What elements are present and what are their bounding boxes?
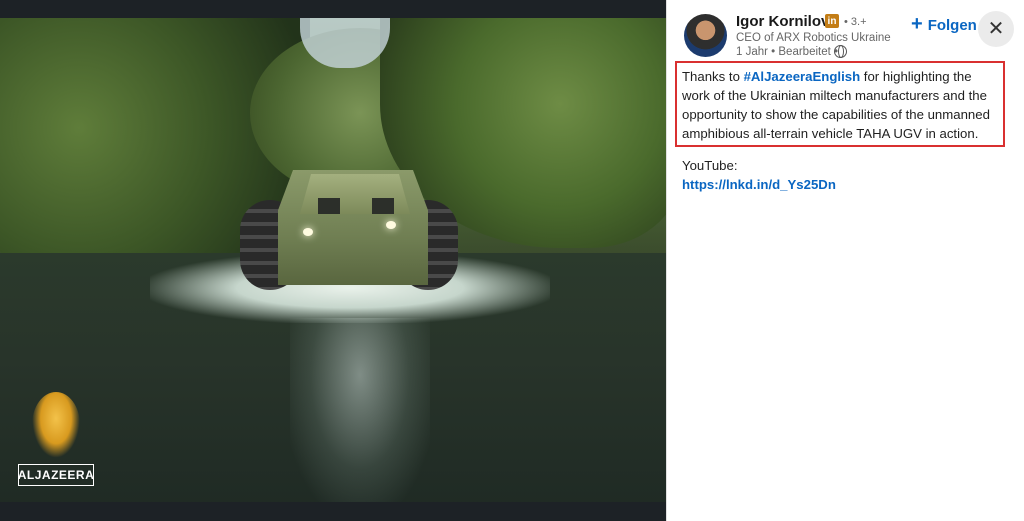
hashtag-link[interactable]: #AlJazeeraEnglish bbox=[744, 69, 861, 84]
vehicle-headlight bbox=[303, 228, 313, 236]
post-meta: 1 Jahr • Bearbeitet • bbox=[736, 46, 839, 58]
author-avatar[interactable] bbox=[684, 14, 727, 57]
aljazeera-logo-text: ALJAZEERA bbox=[18, 464, 94, 486]
globe-icon bbox=[834, 45, 847, 58]
post-text: Thanks to #AlJazeeraEnglish for highligh… bbox=[682, 67, 997, 143]
vehicle-window bbox=[318, 198, 340, 214]
post-text-start: Thanks to bbox=[682, 69, 744, 84]
aljazeera-logo: ALJAZEERA bbox=[18, 392, 98, 486]
vehicle-headlight bbox=[386, 221, 396, 229]
post-text-highlight: Thanks to #AlJazeeraEnglish for highligh… bbox=[675, 61, 1005, 147]
close-icon: ✕ bbox=[987, 18, 1005, 40]
follow-button[interactable]: + Folgen bbox=[911, 13, 977, 35]
post-video[interactable] bbox=[0, 18, 666, 502]
youtube-link[interactable]: https://lnkd.in/d_Ys25Dn bbox=[682, 177, 836, 192]
linkedin-badge-icon: in bbox=[825, 14, 839, 28]
aljazeera-logo-icon bbox=[32, 392, 80, 458]
video-scene-reflection bbox=[290, 318, 430, 502]
follow-label: Folgen bbox=[927, 16, 977, 34]
author-name[interactable]: Igor Kornilov bbox=[736, 13, 829, 30]
plus-icon: + bbox=[911, 13, 923, 35]
youtube-label: YouTube: bbox=[682, 158, 738, 173]
author-headline: CEO of ARX Robotics Ukraine bbox=[736, 32, 891, 44]
vehicle-window bbox=[372, 198, 394, 214]
connection-degree: • 3.+ bbox=[844, 16, 867, 28]
media-viewer[interactable]: ALJAZEERA bbox=[0, 0, 666, 521]
close-button[interactable]: ✕ bbox=[978, 11, 1014, 47]
post-details-panel: Igor Kornilov in • 3.+ CEO of ARX Roboti… bbox=[666, 0, 1024, 521]
